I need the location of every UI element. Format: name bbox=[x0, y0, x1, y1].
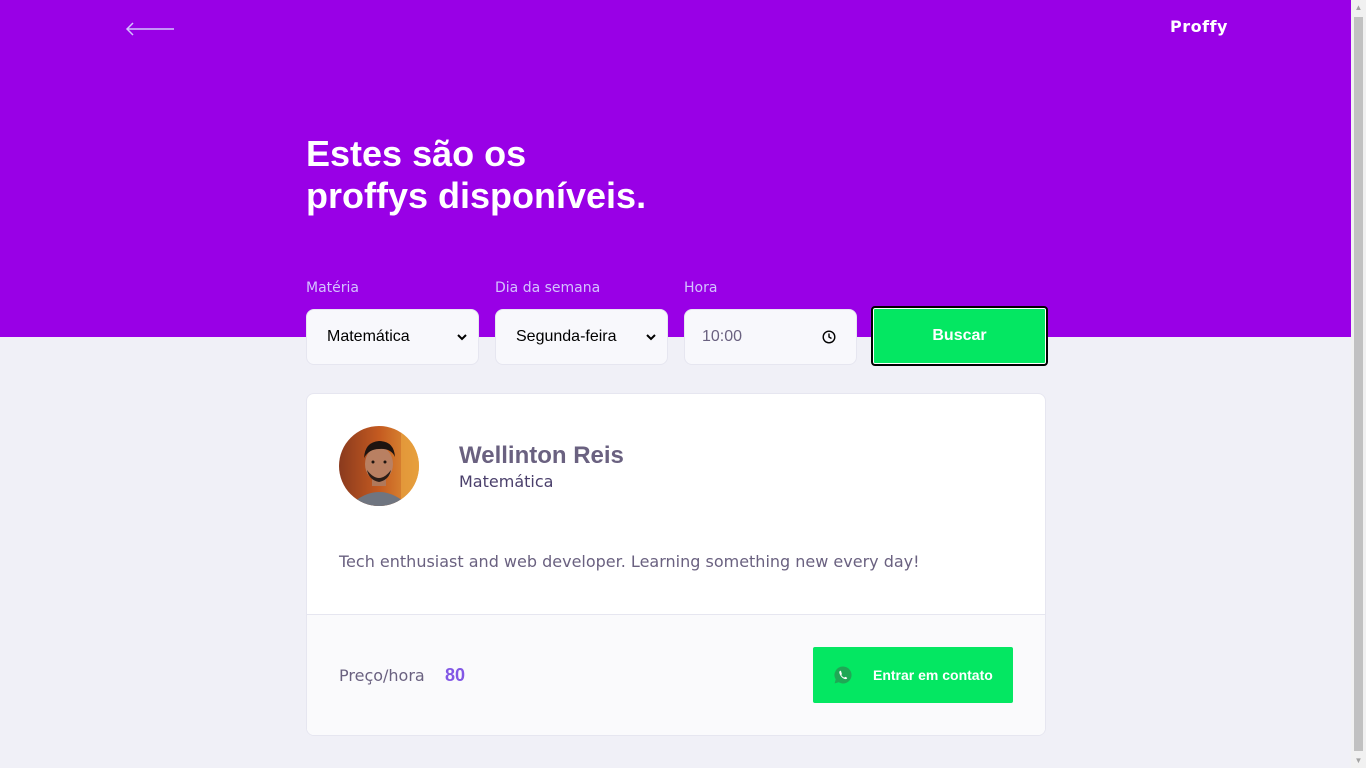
scroll-down-icon[interactable]: ▼ bbox=[1351, 753, 1366, 768]
time-label: Hora bbox=[684, 280, 718, 296]
avatar bbox=[339, 426, 419, 506]
time-input-value: 10:00 bbox=[702, 328, 743, 345]
scroll-up-icon[interactable]: ▲ bbox=[1351, 0, 1366, 15]
scrollbar[interactable]: ▲ ▼ bbox=[1351, 0, 1366, 768]
page-title-line-2: proffys disponíveis. bbox=[306, 175, 647, 216]
subject-select-value: Matemática bbox=[327, 328, 410, 345]
weekday-select-value: Segunda-feira bbox=[516, 328, 617, 345]
price-value: 80 bbox=[445, 665, 466, 685]
teacher-name: Wellinton Reis bbox=[459, 442, 624, 469]
teacher-card: Wellinton Reis Matemática Tech enthusias… bbox=[306, 393, 1046, 736]
page: Proffy Estes são os proffys disponíveis.… bbox=[0, 0, 1351, 768]
arrow-left-icon bbox=[125, 22, 174, 36]
teacher-subject: Matemática bbox=[459, 472, 554, 491]
subject-select[interactable]: Matemática bbox=[306, 309, 479, 365]
page-title-line-1: Estes são os bbox=[306, 133, 527, 174]
weekday-label: Dia da semana bbox=[495, 280, 601, 296]
search-button[interactable]: Buscar bbox=[871, 306, 1048, 366]
back-link[interactable] bbox=[124, 18, 178, 40]
contact-button-label: Entrar em contato bbox=[873, 667, 993, 683]
weekday-select[interactable]: Segunda-feira bbox=[495, 309, 668, 365]
subject-label: Matéria bbox=[306, 280, 359, 296]
chevron-down-icon bbox=[457, 334, 467, 341]
chevron-down-icon bbox=[646, 334, 656, 341]
clock-icon[interactable] bbox=[822, 330, 836, 344]
teacher-bio: Tech enthusiast and web developer. Learn… bbox=[339, 552, 920, 571]
card-footer: Preço/hora 80 Entrar em contato bbox=[307, 614, 1045, 735]
page-header: Proffy Estes são os proffys disponíveis. bbox=[0, 0, 1351, 337]
whatsapp-icon bbox=[833, 665, 853, 685]
price-label: Preço/hora bbox=[339, 666, 425, 685]
time-input[interactable]: 10:00 bbox=[684, 309, 857, 365]
contact-button[interactable]: Entrar em contato bbox=[813, 647, 1013, 703]
scroll-thumb[interactable] bbox=[1354, 17, 1363, 751]
page-title: Estes são os proffys disponíveis. bbox=[306, 133, 906, 217]
logo: Proffy bbox=[1170, 17, 1228, 36]
